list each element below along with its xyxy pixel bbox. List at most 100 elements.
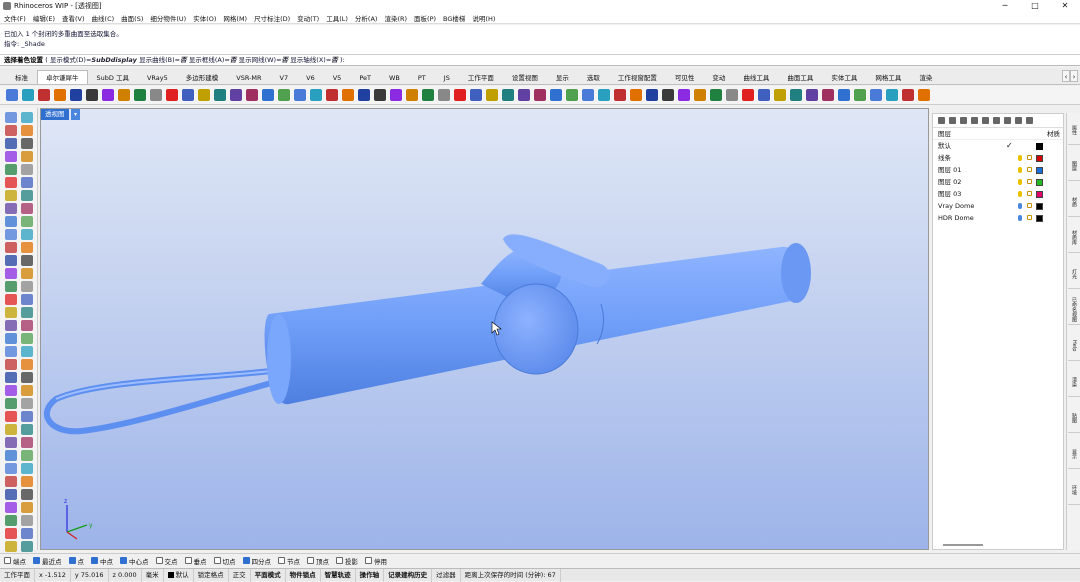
toolbar-tool-icon[interactable] [342,89,354,101]
left-tool-icon[interactable] [5,450,17,461]
status-toggle[interactable]: 锁定格点 [194,568,229,582]
left-tool-icon[interactable] [21,476,33,487]
toolbar-tool-icon[interactable] [806,89,818,101]
toolbar-tool-icon[interactable] [918,89,930,101]
tab[interactable]: 曲面工具 [778,70,822,84]
tab[interactable]: 可见性 [666,70,704,84]
menu-item[interactable]: 网格(M) [223,13,247,23]
visibility-bulb-icon[interactable] [1018,191,1022,197]
osnap-checkbox[interactable] [33,557,40,564]
tab[interactable]: 显示 [547,70,578,84]
toolbar-tool-icon[interactable] [438,89,450,101]
prompt-option[interactable]: 显示框线(A)= [189,56,230,64]
panel-tab[interactable]: 属性 [1068,115,1080,145]
toolbar-tool-icon[interactable] [214,89,226,101]
filter-icon[interactable] [1004,117,1011,124]
panel-tab[interactable]: Help [1068,331,1080,361]
left-tool-icon[interactable] [5,216,17,227]
left-tool-icon[interactable] [21,177,33,188]
tab[interactable]: PeT [350,70,380,84]
toolbar-tool-icon[interactable] [198,89,210,101]
left-tool-icon[interactable] [5,294,17,305]
tab[interactable]: 工作平面 [459,70,503,84]
tab[interactable]: 选取 [578,70,609,84]
move-down-icon[interactable] [982,117,989,124]
osnap-option[interactable]: 投影 [336,556,358,566]
new-layer-icon[interactable] [938,117,945,124]
layer-color-swatch[interactable] [1036,191,1043,198]
left-tool-icon[interactable] [5,346,17,357]
left-tool-icon[interactable] [5,541,17,552]
left-tool-icon[interactable] [5,151,17,162]
left-tool-icon[interactable] [21,515,33,526]
tab-active[interactable]: 卓尔谦犀牛 [37,70,88,84]
toolbar-tool-icon[interactable] [390,89,402,101]
left-tool-icon[interactable] [5,268,17,279]
tab[interactable]: 变动 [703,70,734,84]
osnap-option[interactable]: 最近点 [33,556,62,566]
toolbar-tool-icon[interactable] [86,89,98,101]
tab[interactable]: SubD 工具 [88,70,138,84]
status-toggle[interactable]: 物件锁点 [286,568,321,582]
cplane-label[interactable]: 工作平面 [0,568,35,582]
osnap-option[interactable]: 四分点 [242,556,271,566]
left-tool-icon[interactable] [5,385,17,396]
visibility-bulb-icon[interactable] [1018,215,1022,221]
toolbar-tool-icon[interactable] [886,89,898,101]
osnap-checkbox[interactable] [4,557,11,564]
tab[interactable]: 工作视窗配置 [609,70,666,84]
left-tool-icon[interactable] [5,190,17,201]
left-tool-icon[interactable] [21,398,33,409]
panel-tab[interactable]: 材质 [1068,187,1080,217]
menu-item[interactable]: 编辑(E) [33,13,55,23]
left-tool-icon[interactable] [5,372,17,383]
layer-row[interactable]: 图层 02 [933,176,1063,188]
toolbar-tool-icon[interactable] [518,89,530,101]
toolbar-tool-icon[interactable] [166,89,178,101]
osnap-option[interactable]: 垂点 [184,556,207,566]
left-tool-icon[interactable] [5,489,17,500]
menu-item[interactable]: 曲线(C) [92,13,115,23]
prompt-option-value[interactable]: 否 [180,56,187,64]
toolbar-tool-icon[interactable] [310,89,322,101]
toolbar-tool-icon[interactable] [870,89,882,101]
left-tool-icon[interactable] [5,164,17,175]
osnap-option[interactable]: 停用 [365,556,387,566]
current-layer[interactable]: 默认 [164,568,194,582]
osnap-checkbox[interactable] [213,557,221,564]
perspective-viewport[interactable]: 透视图 ▾ z y [40,108,929,550]
tab[interactable]: V5 [324,70,351,84]
toolbar-tool-icon[interactable] [182,89,194,101]
left-tool-icon[interactable] [5,333,17,344]
status-toggle[interactable]: 正交 [229,568,251,582]
toolbar-tool-icon[interactable] [710,89,722,101]
toolbar-tool-icon[interactable] [550,89,562,101]
osnap-option[interactable]: 交点 [155,556,178,566]
osnap-checkbox[interactable] [307,557,314,564]
panel-tab[interactable]: 渲染 [1068,367,1080,397]
left-tool-icon[interactable] [5,320,17,331]
left-tool-icon[interactable] [5,502,17,513]
layer-color-swatch[interactable] [1036,155,1043,162]
osnap-option[interactable]: 点 [68,556,84,566]
panel-tab[interactable]: 显示 [1068,439,1080,469]
toolbar-tool-icon[interactable] [358,89,370,101]
left-tool-icon[interactable] [21,255,33,266]
toolbar-tool-icon[interactable] [422,89,434,101]
panel-tab[interactable]: 贴图 [1068,403,1080,433]
toolbar-tool-icon[interactable] [790,89,802,101]
layer-row[interactable]: 图层 01 [933,164,1063,176]
left-tool-icon[interactable] [21,138,33,149]
tools-icon[interactable] [1015,117,1022,124]
toolbar-tool-icon[interactable] [230,89,242,101]
left-tool-icon[interactable] [21,320,33,331]
menu-item[interactable]: 分析(A) [355,13,378,23]
menu-item[interactable]: 渲染(R) [384,13,407,23]
toolbar-tool-icon[interactable] [150,89,162,101]
left-tool-icon[interactable] [5,203,17,214]
toolbar-tool-icon[interactable] [630,89,642,101]
tab[interactable]: 渲染 [910,70,941,84]
layer-color-swatch[interactable] [1036,215,1043,222]
tab[interactable]: 多边形建模 [177,70,228,84]
left-tool-icon[interactable] [5,138,17,149]
